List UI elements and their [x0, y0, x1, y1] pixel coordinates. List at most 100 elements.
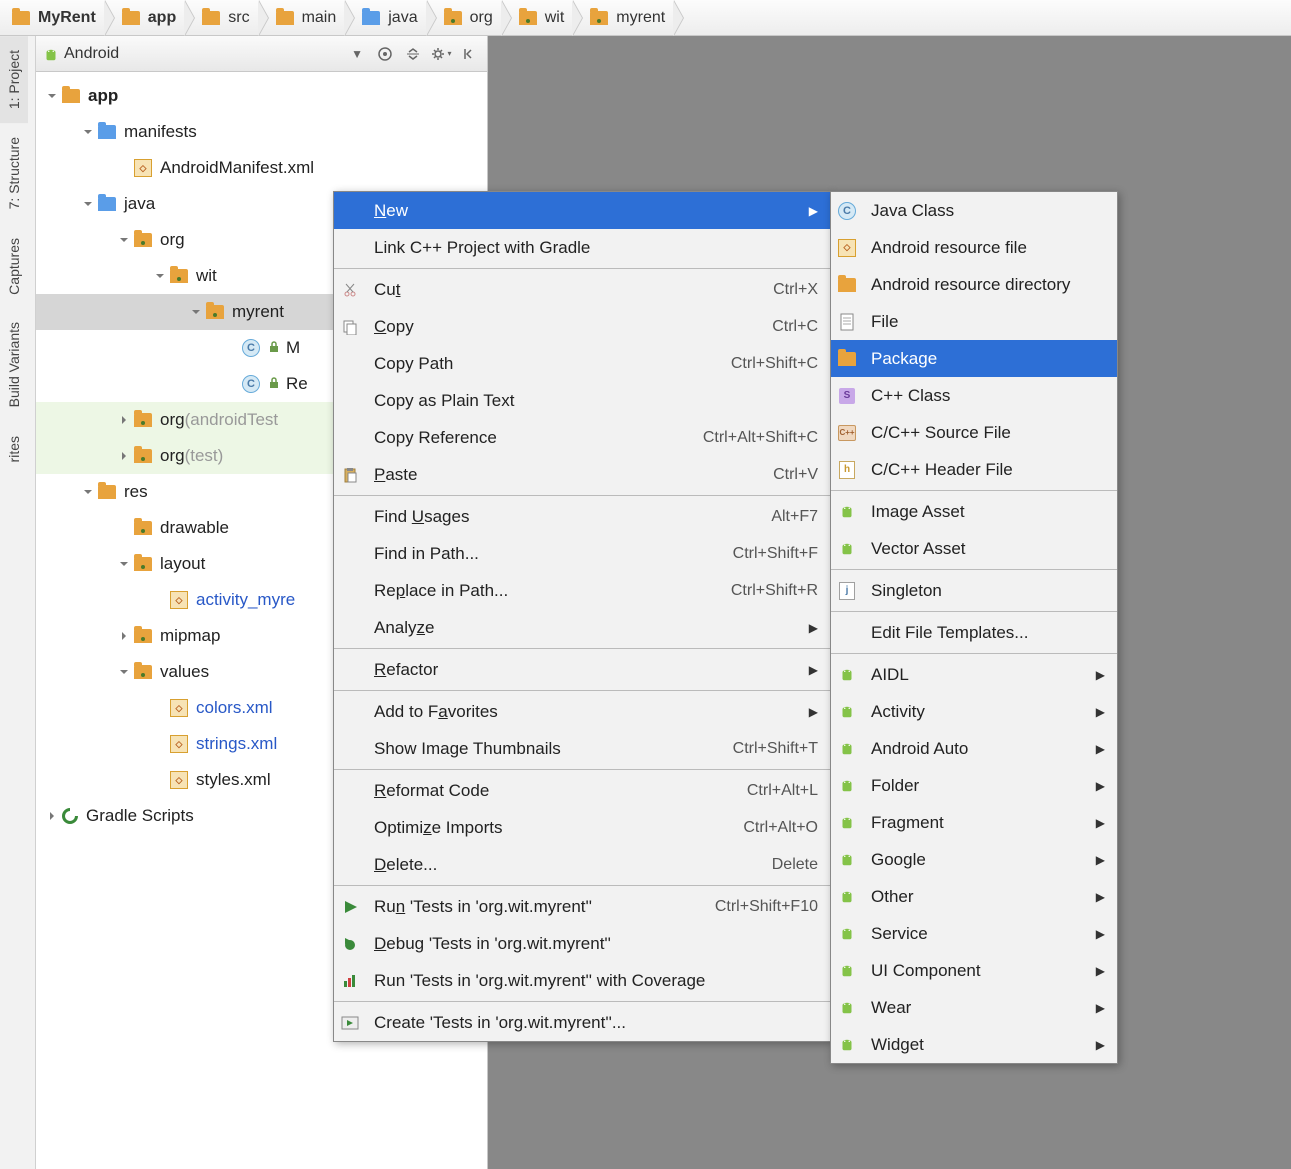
tool-tab[interactable]: Build Variants: [0, 308, 28, 421]
menu-item[interactable]: New▶: [334, 192, 830, 229]
menu-item[interactable]: SC++ Class: [831, 377, 1117, 414]
menu-item[interactable]: Run 'Tests in 'org.wit.myrent'' with Cov…: [334, 962, 830, 999]
menu-item[interactable]: Delete...Delete: [334, 846, 830, 883]
menu-item[interactable]: ◇Android resource file: [831, 229, 1117, 266]
folder-blue-plain-icon: [98, 197, 116, 211]
menu-item[interactable]: Widget▶: [831, 1026, 1117, 1063]
menu-item[interactable]: UI Component▶: [831, 952, 1117, 989]
menu-item-icon: [342, 973, 366, 989]
menu-item[interactable]: Create 'Tests in 'org.wit.myrent''...: [334, 1004, 830, 1041]
menu-item[interactable]: C++C/C++ Source File: [831, 414, 1117, 451]
collapse-button[interactable]: [401, 42, 425, 66]
menu-item[interactable]: Vector Asset: [831, 530, 1117, 567]
tree-arrow-icon[interactable]: [152, 772, 168, 788]
xml-icon: ◇: [838, 239, 856, 257]
menu-item[interactable]: Find in Path...Ctrl+Shift+F: [334, 535, 830, 572]
dropdown-arrow-icon: ▼: [351, 47, 363, 61]
create-icon: [341, 1015, 359, 1031]
tree-item[interactable]: ◇AndroidManifest.xml: [36, 150, 487, 186]
tree-item[interactable]: app: [36, 78, 487, 114]
hide-button[interactable]: [457, 42, 481, 66]
tree-arrow-icon[interactable]: [152, 268, 168, 284]
tree-arrow-icon[interactable]: [44, 808, 60, 824]
menu-item[interactable]: Copy ReferenceCtrl+Alt+Shift+C: [334, 419, 830, 456]
menu-item[interactable]: Copy as Plain Text: [334, 382, 830, 419]
menu-item[interactable]: AIDL▶: [831, 656, 1117, 693]
tree-arrow-icon[interactable]: [224, 340, 240, 356]
tool-tab[interactable]: rites: [0, 422, 28, 476]
menu-item-icon: [342, 936, 366, 952]
menu-item[interactable]: Android Auto▶: [831, 730, 1117, 767]
menu-item[interactable]: Wear▶: [831, 989, 1117, 1026]
tree-arrow-icon[interactable]: [152, 592, 168, 608]
tree-arrow-icon[interactable]: [116, 412, 132, 428]
menu-item[interactable]: File: [831, 303, 1117, 340]
tree-arrow-icon[interactable]: [188, 304, 204, 320]
tree-arrow-icon[interactable]: [80, 196, 96, 212]
tree-arrow-icon[interactable]: [116, 232, 132, 248]
breadcrumb-item[interactable]: app: [104, 0, 184, 35]
menu-item[interactable]: CutCtrl+X: [334, 271, 830, 308]
tree-arrow-icon[interactable]: [152, 736, 168, 752]
menu-item[interactable]: jSingleton: [831, 572, 1117, 609]
target-button[interactable]: [373, 42, 397, 66]
breadcrumb-item[interactable]: main: [258, 0, 345, 35]
menu-item[interactable]: Package: [831, 340, 1117, 377]
settings-button[interactable]: ▾: [429, 42, 453, 66]
tree-arrow-icon[interactable]: [116, 448, 132, 464]
tree-arrow-icon[interactable]: [80, 484, 96, 500]
menu-item[interactable]: Replace in Path...Ctrl+Shift+R: [334, 572, 830, 609]
folder-dot-icon: [206, 305, 224, 319]
tree-arrow-icon[interactable]: [116, 160, 132, 176]
tree-arrow-icon[interactable]: [116, 520, 132, 536]
view-selector[interactable]: Android ▼: [42, 45, 373, 63]
menu-item[interactable]: Service▶: [831, 915, 1117, 952]
menu-item[interactable]: Android resource directory: [831, 266, 1117, 303]
submenu-arrow-icon: ▶: [1096, 1001, 1105, 1015]
android-icon: [838, 888, 856, 906]
menu-shortcut: Ctrl+Shift+C: [731, 355, 818, 373]
menu-item-label: Optimize Imports: [374, 818, 723, 838]
menu-item[interactable]: Fragment▶: [831, 804, 1117, 841]
tree-arrow-icon[interactable]: [116, 664, 132, 680]
menu-item[interactable]: Link C++ Project with Gradle: [334, 229, 830, 266]
tree-arrow-icon[interactable]: [44, 88, 60, 104]
menu-item[interactable]: Copy PathCtrl+Shift+C: [334, 345, 830, 382]
menu-item[interactable]: Other▶: [831, 878, 1117, 915]
breadcrumb-item[interactable]: MyRent: [8, 0, 104, 35]
tree-arrow-icon[interactable]: [152, 700, 168, 716]
menu-item[interactable]: CJava Class: [831, 192, 1117, 229]
tree-item[interactable]: manifests: [36, 114, 487, 150]
tool-tab[interactable]: 7: Structure: [0, 123, 28, 223]
tree-arrow-icon[interactable]: [224, 376, 240, 392]
menu-item[interactable]: Image Asset: [831, 493, 1117, 530]
menu-separator: [334, 495, 830, 496]
menu-item[interactable]: Edit File Templates...: [831, 614, 1117, 651]
menu-item[interactable]: Google▶: [831, 841, 1117, 878]
menu-item[interactable]: Optimize ImportsCtrl+Alt+O: [334, 809, 830, 846]
menu-item[interactable]: Run 'Tests in 'org.wit.myrent''Ctrl+Shif…: [334, 888, 830, 925]
breadcrumb-item[interactable]: myrent: [572, 0, 673, 35]
folder-dot-icon: [170, 269, 188, 283]
menu-item[interactable]: hC/C++ Header File: [831, 451, 1117, 488]
menu-item[interactable]: Reformat CodeCtrl+Alt+L: [334, 772, 830, 809]
tree-arrow-icon[interactable]: [116, 556, 132, 572]
tool-tab[interactable]: Captures: [0, 224, 28, 309]
menu-item[interactable]: Folder▶: [831, 767, 1117, 804]
menu-item[interactable]: Analyze▶: [334, 609, 830, 646]
menu-item[interactable]: Find UsagesAlt+F7: [334, 498, 830, 535]
tree-arrow-icon[interactable]: [116, 628, 132, 644]
menu-item[interactable]: Activity▶: [831, 693, 1117, 730]
breadcrumb-item[interactable]: org: [426, 0, 501, 35]
menu-item[interactable]: Debug 'Tests in 'org.wit.myrent'': [334, 925, 830, 962]
menu-item[interactable]: Refactor▶: [334, 651, 830, 688]
menu-item[interactable]: PasteCtrl+V: [334, 456, 830, 493]
menu-item-label: Create 'Tests in 'org.wit.myrent''...: [374, 1013, 818, 1033]
menu-item[interactable]: CopyCtrl+C: [334, 308, 830, 345]
menu-item[interactable]: Add to Favorites▶: [334, 693, 830, 730]
tool-tab[interactable]: 1: Project: [0, 36, 28, 123]
menu-item[interactable]: Show Image ThumbnailsCtrl+Shift+T: [334, 730, 830, 767]
breadcrumb-item[interactable]: java: [344, 0, 425, 35]
android-icon: [838, 925, 856, 943]
tree-arrow-icon[interactable]: [80, 124, 96, 140]
